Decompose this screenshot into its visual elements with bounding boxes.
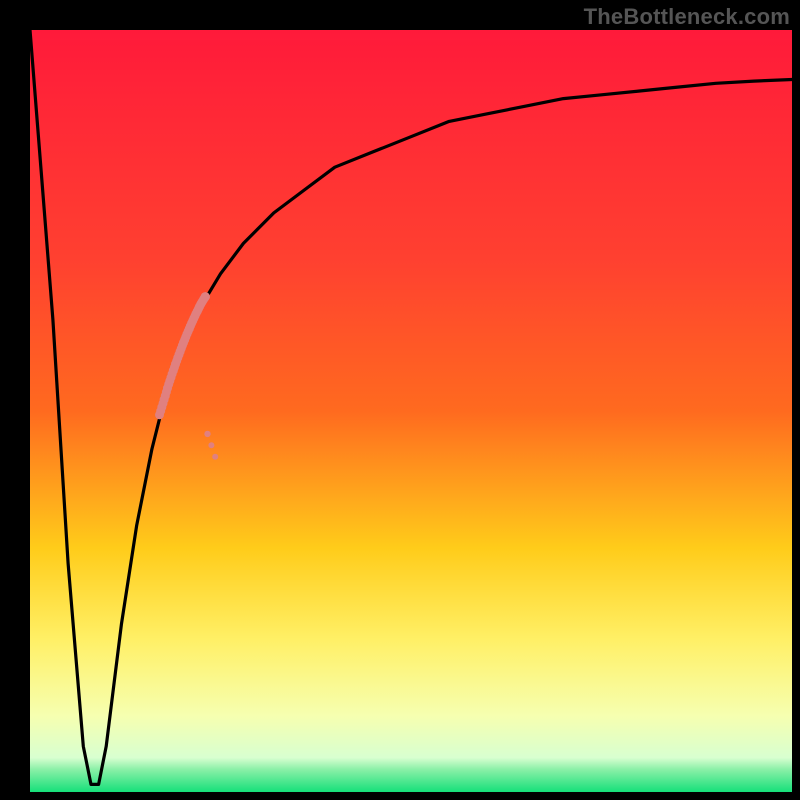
highlight-dot <box>204 431 210 437</box>
watermark-text: TheBottleneck.com <box>584 4 790 30</box>
highlight-dot <box>212 454 218 460</box>
chart-container: TheBottleneck.com <box>0 0 800 800</box>
highlight-dot <box>208 442 214 448</box>
plot-area <box>30 30 792 792</box>
chart-svg <box>0 0 800 800</box>
highlight-dot <box>201 292 210 301</box>
